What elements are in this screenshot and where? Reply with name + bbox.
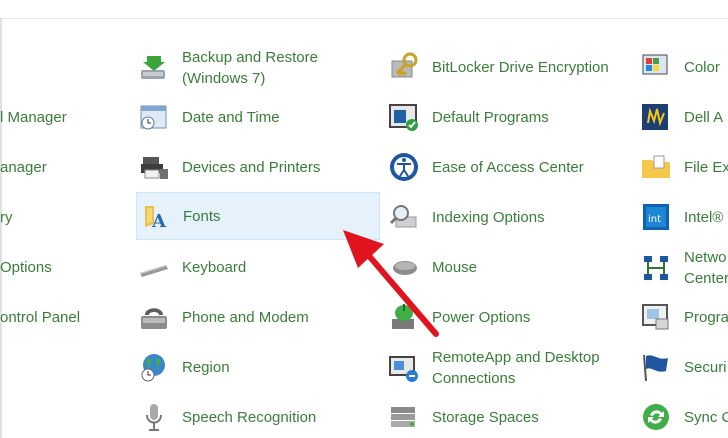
power-options-label: Power Options <box>432 308 531 326</box>
bitlocker-key-icon <box>388 51 420 83</box>
cp-item-intel[interactable]: int Intel® <box>640 198 728 236</box>
backup-restore-label-2: (Windows 7) <box>182 70 266 87</box>
sync-label: Sync C <box>684 408 728 426</box>
indexing-magnifier-icon <box>388 201 420 233</box>
svg-text:int: int <box>648 214 661 225</box>
cp-item-backup-restore[interactable]: Backup and Restore (Windows 7) <box>138 46 378 90</box>
keyboard-icon <box>138 251 170 283</box>
mouse-icon <box>388 251 420 283</box>
cp-item-security[interactable]: Securi <box>640 348 728 386</box>
programs-icon <box>640 301 672 333</box>
cp-item-fonts[interactable]: A Fonts <box>136 192 380 240</box>
default-programs-label: Default Programs <box>432 108 549 126</box>
cp-item-date-time[interactable]: Date and Time <box>138 98 378 136</box>
storage-spaces-icon <box>388 401 420 433</box>
cp-item-devices-printers[interactable]: Devices and Printers <box>138 148 378 186</box>
cp-item-speech-recognition[interactable]: Speech Recognition <box>138 398 378 436</box>
remoteapp-icon <box>388 352 420 384</box>
file-ex-label: File Ex <box>684 158 728 176</box>
bitlocker-label: BitLocker Drive Encryption <box>432 58 609 76</box>
region-label: Region <box>182 358 230 376</box>
remoteapp-label-1: RemoteApp and Desktop <box>432 349 600 366</box>
cp-item-keyboard[interactable]: Keyboard <box>138 248 378 286</box>
region-globe-icon <box>138 351 170 383</box>
dell-audio-icon <box>640 101 672 133</box>
folder-icon <box>640 151 672 183</box>
svg-text:A: A <box>151 211 167 232</box>
cp-item-phone-modem[interactable]: Phone and Modem <box>138 298 378 336</box>
cp-item-power-options[interactable]: Power Options <box>388 298 628 336</box>
left-edge <box>0 18 2 438</box>
power-options-icon <box>388 301 420 333</box>
color-management-icon <box>640 51 672 83</box>
cp-item-programs[interactable]: Progra <box>640 298 728 336</box>
intel-label: Intel® <box>684 208 724 226</box>
fonts-icon: A <box>139 200 171 232</box>
fonts-label: Fonts <box>183 207 221 225</box>
cp-item-default-programs[interactable]: Default Programs <box>388 98 628 136</box>
microphone-icon <box>138 401 170 433</box>
window-top-bar <box>0 0 728 19</box>
cp-item-storage-spaces[interactable]: Storage Spaces <box>388 398 628 436</box>
network-label-1: Netwo <box>684 249 727 266</box>
cp-item-mouse[interactable]: Mouse <box>388 248 628 286</box>
cp-item-file-explorer[interactable]: File Ex <box>640 148 728 186</box>
cp-item-cut-anager[interactable]: anager <box>0 157 47 178</box>
mouse-label: Mouse <box>432 258 478 276</box>
date-time-icon <box>138 101 170 133</box>
date-time-label: Date and Time <box>182 108 280 126</box>
sync-center-icon <box>640 401 672 433</box>
programs-label: Progra <box>684 308 728 326</box>
printer-icon <box>138 151 170 183</box>
cp-item-indexing-options[interactable]: Indexing Options <box>388 198 628 236</box>
cp-item-color[interactable]: Color <box>640 48 728 86</box>
speech-recognition-label: Speech Recognition <box>182 408 317 426</box>
cp-item-ease-of-access[interactable]: Ease of Access Center <box>388 148 628 186</box>
phone-modem-icon <box>138 301 170 333</box>
cp-item-sync-center[interactable]: Sync C <box>640 398 728 436</box>
network-label-2: Center <box>684 270 728 287</box>
default-programs-icon <box>388 101 420 133</box>
security-flag-icon <box>640 351 672 383</box>
security-label: Securi <box>684 358 727 376</box>
cp-item-cut-control-panel[interactable]: ontrol Panel <box>0 307 80 328</box>
cp-item-dell-a[interactable]: Dell A <box>640 98 728 136</box>
ease-of-access-icon <box>388 151 420 183</box>
cp-item-region[interactable]: Region <box>138 348 378 386</box>
cp-item-bitlocker[interactable]: BitLocker Drive Encryption <box>388 48 628 86</box>
indexing-options-label: Indexing Options <box>432 208 545 226</box>
dell-a-label: Dell A <box>684 108 724 126</box>
ease-of-access-label: Ease of Access Center <box>432 158 584 176</box>
phone-modem-label: Phone and Modem <box>182 308 309 326</box>
cp-item-cut-ry[interactable]: ry <box>0 207 13 228</box>
cp-item-cut-manager[interactable]: l Manager <box>0 107 67 128</box>
cp-item-network-center[interactable]: Netwo Center <box>640 246 728 290</box>
cp-item-cut-options[interactable]: Options <box>0 257 52 278</box>
devices-printers-label: Devices and Printers <box>182 158 321 176</box>
intel-graphics-icon: int <box>640 201 672 233</box>
backup-restore-label-1: Backup and Restore <box>182 49 318 66</box>
storage-spaces-label: Storage Spaces <box>432 408 539 426</box>
remoteapp-label-2: Connections <box>432 370 516 387</box>
color-label: Color <box>684 58 720 76</box>
cp-item-remoteapp[interactable]: RemoteApp and Desktop Connections <box>388 346 628 390</box>
keyboard-label: Keyboard <box>182 258 247 276</box>
backup-restore-icon <box>138 52 170 84</box>
network-icon <box>640 252 672 284</box>
